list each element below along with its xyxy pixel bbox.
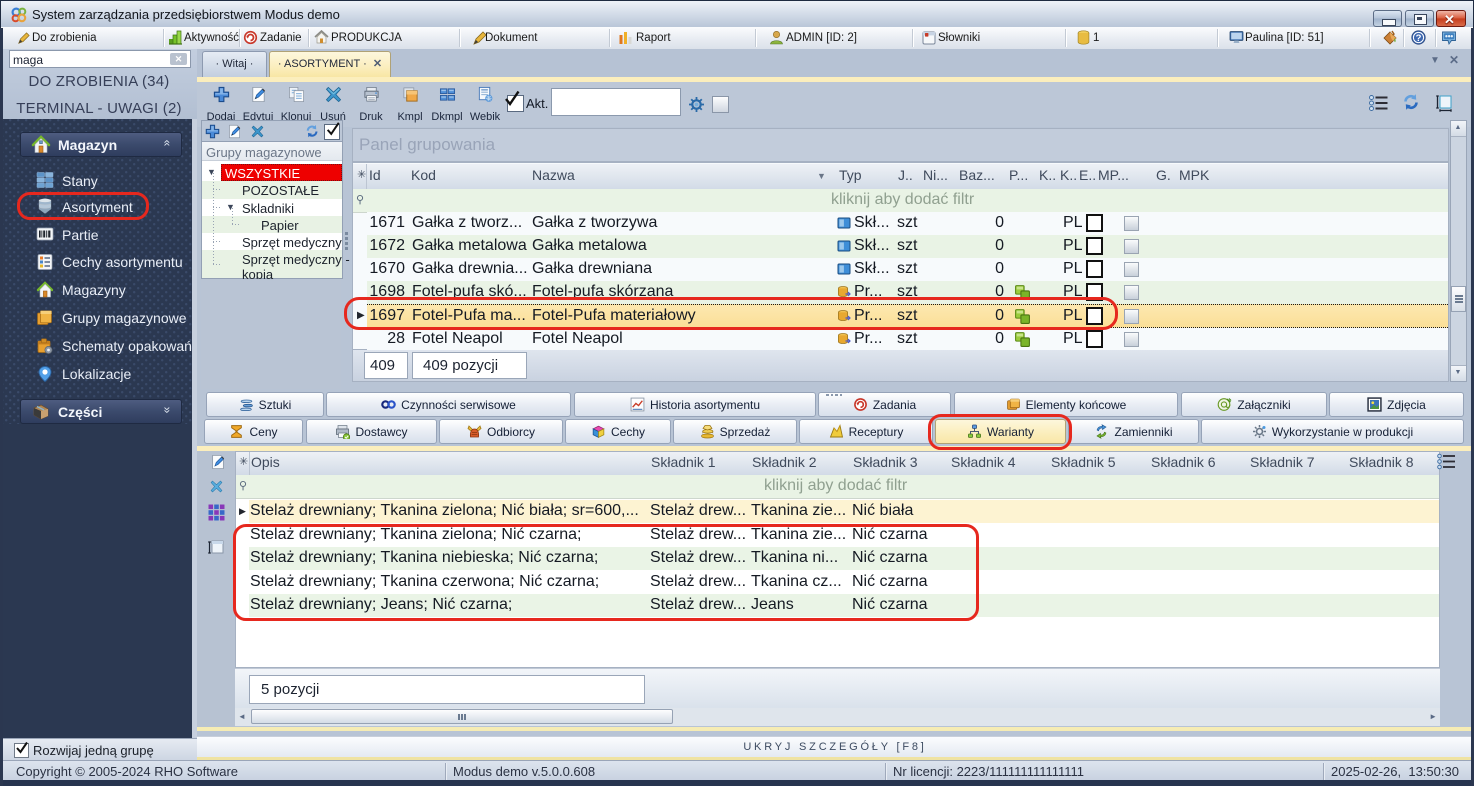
svg-text:?: ? <box>1416 33 1422 44</box>
